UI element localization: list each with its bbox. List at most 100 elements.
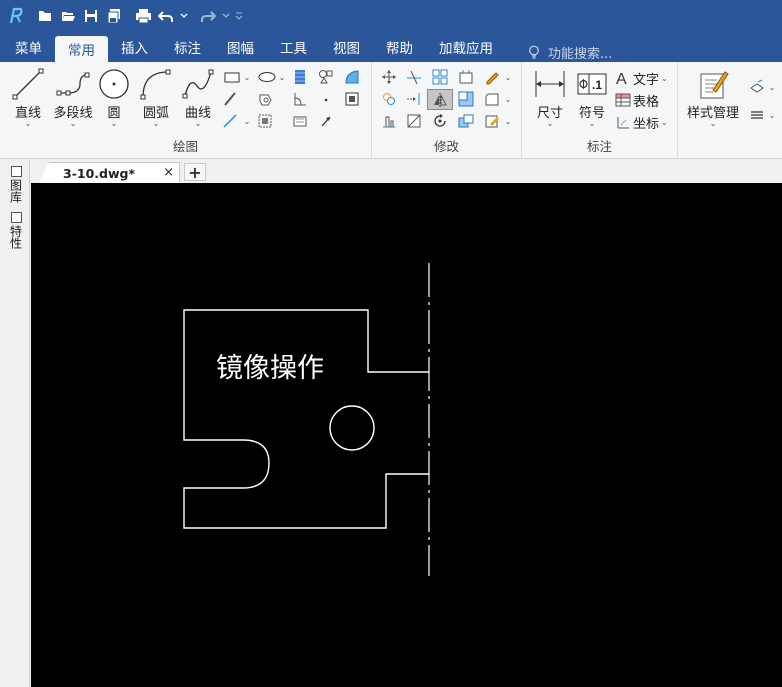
line-button[interactable]: 直线 ⌄ [6, 66, 50, 128]
scale-icon[interactable] [405, 112, 423, 130]
chevron-down-icon[interactable]: ⌄ [276, 68, 286, 86]
stretch-icon[interactable] [457, 68, 475, 86]
save-icon[interactable] [81, 6, 101, 26]
text-a-icon: A [616, 71, 627, 86]
boundary-icon[interactable] [343, 90, 361, 108]
polygon-icon[interactable] [256, 90, 274, 108]
curve-button[interactable]: 曲线 ⌄ [176, 66, 220, 128]
chevron-down-icon[interactable]: ⌄ [241, 112, 251, 130]
wipeout-icon[interactable] [291, 112, 309, 130]
tab-annotate[interactable]: 标注 [161, 32, 214, 62]
side-panel: 图库 特性 [0, 160, 30, 687]
chevron-down-icon[interactable]: ⌄ [502, 112, 512, 130]
offset-icon[interactable] [457, 90, 475, 108]
layer-style-icon[interactable] [748, 78, 766, 96]
chamfer-corner-icon[interactable] [291, 90, 309, 108]
document-tab-bar: 3-10.dwg* × + [30, 160, 782, 183]
text-button[interactable]: A 文字 ⌄ [615, 68, 668, 88]
chevron-down-icon[interactable]: ⌄ [766, 78, 776, 96]
redo-icon[interactable] [198, 6, 218, 26]
tab-menu[interactable]: 菜单 [2, 32, 55, 62]
chevron-down-icon: ⌄ [24, 119, 32, 128]
undo-dropdown-icon[interactable] [179, 6, 189, 26]
open-folder-icon[interactable] [58, 6, 78, 26]
add-tab-button[interactable]: + [184, 163, 206, 182]
svg-text:.1: .1 [592, 78, 602, 92]
document-tab-name: 3-10.dwg* [63, 165, 136, 181]
style-manager-button[interactable]: 样式管理 ⌄ [682, 66, 744, 128]
construction-line-icon[interactable] [221, 112, 239, 130]
chevron-down-icon: ⌄ [661, 117, 668, 127]
symbol-button[interactable]: .1 符号 ⌄ [570, 66, 614, 128]
new-file-icon[interactable] [35, 6, 55, 26]
ribbon: 直线 ⌄ 多段线 ⌄ 圆 ⌄ 圆弧 ⌄ 曲线 ⌄ ⌄ ⌄ ⌄ 绘图 ⌄ ⌄ ⌄ … [0, 62, 782, 159]
drawing-canvas[interactable]: 镜像操作 [31, 183, 782, 687]
document-tab[interactable]: 3-10.dwg* × [38, 162, 180, 183]
chevron-down-icon: ⌄ [194, 119, 202, 128]
coordinate-icon [617, 117, 629, 129]
trim-icon[interactable] [405, 68, 423, 86]
polyline-button[interactable]: 多段线 ⌄ [50, 66, 96, 128]
menu-bar: 菜单 常用 插入 标注 图幅 工具 视图 帮助 加载应用 功能搜索... [0, 32, 782, 62]
properties-edit-icon[interactable] [483, 112, 501, 130]
properties-icon [10, 212, 22, 223]
close-icon[interactable]: × [163, 165, 174, 180]
chevron-down-icon[interactable]: ⌄ [766, 106, 776, 124]
region-icon[interactable] [343, 68, 361, 86]
tab-tools[interactable]: 工具 [267, 32, 320, 62]
align-icon[interactable] [380, 112, 398, 130]
block-icon[interactable] [317, 68, 335, 86]
customize-toolbar-icon[interactable] [234, 6, 244, 26]
save-all-icon[interactable] [104, 6, 124, 26]
search-placeholder: 功能搜索... [548, 47, 613, 62]
title-bar [0, 0, 782, 32]
chevron-down-icon[interactable]: ⌄ [502, 90, 512, 108]
arc-icon [140, 69, 171, 100]
chevron-down-icon[interactable]: ⌄ [502, 68, 512, 86]
tab-common[interactable]: 常用 [55, 36, 108, 62]
part-outline [183, 309, 429, 529]
extend-icon[interactable] [405, 90, 423, 108]
tab-sheet[interactable]: 图幅 [214, 32, 267, 62]
coordinate-button[interactable]: 坐标 ⌄ [615, 112, 668, 132]
chevron-down-icon: ⌄ [546, 119, 554, 128]
dimension-button[interactable]: 尺寸 ⌄ [528, 66, 572, 128]
table-button[interactable]: 表格 [615, 90, 659, 110]
copy-icon[interactable] [380, 90, 398, 108]
feature-search[interactable]: 功能搜索... [528, 43, 612, 62]
arrow-leader-icon[interactable] [317, 112, 335, 130]
annotate-group: 尺寸 ⌄ .1 符号 ⌄ A 文字 ⌄ 表格 坐标 ⌄ 标注 [522, 62, 678, 159]
chevron-down-icon: ⌄ [110, 119, 118, 128]
linetype-icon[interactable] [748, 106, 766, 124]
array-icon[interactable] [431, 68, 449, 86]
table-label: 表格 [633, 94, 660, 110]
pencil-edit-icon[interactable] [483, 68, 501, 86]
explode-icon[interactable] [457, 112, 475, 130]
tab-help[interactable]: 帮助 [373, 32, 426, 62]
coordinate-label: 坐标 [633, 116, 660, 132]
circle-button[interactable]: 圆 ⌄ [92, 66, 136, 128]
app-logo-icon[interactable] [6, 6, 26, 26]
redo-dropdown-icon[interactable] [221, 6, 231, 26]
arc-button[interactable]: 圆弧 ⌄ [134, 66, 178, 128]
ellipse-icon[interactable] [256, 68, 278, 86]
hatch-icon[interactable] [291, 68, 309, 86]
rotate-icon[interactable] [431, 112, 449, 130]
point-icon[interactable] [317, 90, 335, 108]
rectangle-icon[interactable] [221, 68, 243, 86]
mirror-button[interactable] [427, 89, 453, 110]
tab-insert[interactable]: 插入 [108, 32, 161, 62]
print-icon[interactable] [133, 6, 153, 26]
draw-group-label: 绘图 [172, 139, 198, 154]
tab-addins[interactable]: 加载应用 [426, 32, 506, 62]
fillet-icon[interactable] [483, 90, 501, 108]
chevron-down-icon[interactable]: ⌄ [241, 68, 251, 86]
move-icon[interactable] [380, 68, 398, 86]
mesh-icon[interactable] [256, 112, 274, 130]
side-tab-library[interactable]: 图库 [8, 166, 24, 203]
text-label: 文字 [633, 72, 660, 88]
undo-icon[interactable] [156, 6, 176, 26]
tab-view[interactable]: 视图 [320, 32, 373, 62]
brush-icon[interactable] [221, 90, 239, 108]
side-tab-properties[interactable]: 特性 [8, 212, 24, 249]
